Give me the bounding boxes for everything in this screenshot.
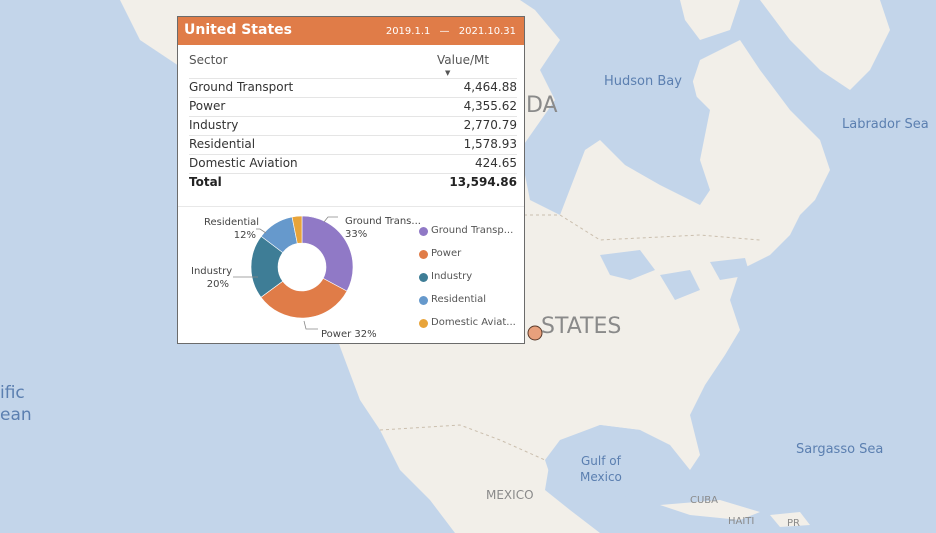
legend-dot xyxy=(419,296,428,305)
date-start: 2019.1.1 xyxy=(385,26,431,37)
date-separator: — xyxy=(439,26,450,37)
tooltip-header: United States 2019.1.1 — 2021.10.31 xyxy=(178,17,524,45)
map-label-sargasso-sea: Sargasso Sea xyxy=(796,442,884,457)
legend-dot xyxy=(419,227,428,236)
map-label-pacific-1: ific xyxy=(0,383,25,403)
map-label-mexico: MEXICO xyxy=(486,488,534,502)
table-total-row: Total 13,594.86 xyxy=(189,173,517,192)
row-value: 1,578.93 xyxy=(463,137,517,151)
map-label-pacific-2: ean xyxy=(0,405,32,425)
location-marker xyxy=(527,325,543,341)
table-header: Sector Value/Mt ▼ xyxy=(189,53,517,77)
date-end: 2021.10.31 xyxy=(458,26,516,37)
leader-line xyxy=(303,320,318,330)
column-header-sector[interactable]: Sector xyxy=(189,53,228,67)
legend-label: Domestic Aviat... xyxy=(431,317,516,328)
leader-line xyxy=(256,228,267,234)
sort-descending-icon[interactable]: ▼ xyxy=(445,69,450,77)
row-sector: Ground Transport xyxy=(189,80,294,94)
legend-label: Industry xyxy=(431,271,473,282)
data-label-ground-pct: 33% xyxy=(345,229,368,240)
map-label-hudson-bay: Hudson Bay xyxy=(604,74,682,89)
legend-dot xyxy=(419,319,428,328)
country-tooltip: United States 2019.1.1 — 2021.10.31 Sect… xyxy=(177,16,525,344)
sector-table: Ground Transport 4,464.88 Power 4,355.62… xyxy=(189,78,517,192)
legend-dot xyxy=(419,273,428,282)
legend-label: Power xyxy=(431,248,462,259)
row-value: 4,355.62 xyxy=(463,99,517,113)
row-sector: Residential xyxy=(189,137,256,151)
table-row: Power 4,355.62 xyxy=(189,97,517,116)
row-value: 424.65 xyxy=(475,156,517,170)
row-sector: Power xyxy=(189,99,226,113)
data-label-residential-pct: 12% xyxy=(233,230,256,241)
row-value: 4,464.88 xyxy=(463,80,517,94)
data-label-ground-name: Ground Trans... xyxy=(345,216,421,227)
data-label-residential-name: Residential xyxy=(204,217,260,228)
row-sector: Domestic Aviation xyxy=(189,156,298,170)
data-label-industry: Industry 20% xyxy=(191,265,233,291)
tooltip-title: United States xyxy=(184,22,292,38)
map-label-gulf-1: Gulf of xyxy=(581,454,621,468)
map-label-haiti: HAITI xyxy=(728,516,755,527)
map-label-gulf-2: Mexico xyxy=(580,470,622,484)
column-header-value[interactable]: Value/Mt xyxy=(437,53,517,67)
total-label: Total xyxy=(189,175,222,189)
data-label-residential: Residential 12% xyxy=(204,216,260,242)
table-row: Industry 2,770.79 xyxy=(189,116,517,135)
map-label-united-states: STATES xyxy=(541,314,622,339)
map-label-cuba: CUBA xyxy=(690,495,719,506)
data-label-industry-name: Industry xyxy=(191,266,233,277)
data-label-ground-transport: Ground Trans... 33% xyxy=(345,215,421,241)
map-label-labrador-sea: Labrador Sea xyxy=(842,117,929,132)
legend-dot xyxy=(419,250,428,259)
total-value: 13,594.86 xyxy=(449,175,517,189)
table-row: Domestic Aviation 424.65 xyxy=(189,154,517,173)
row-sector: Industry xyxy=(189,118,239,132)
legend-label: Ground Transp... xyxy=(431,225,514,236)
date-range: 2019.1.1 — 2021.10.31 xyxy=(380,26,516,37)
map-label-pr: PR xyxy=(787,518,800,529)
data-label-power: Power 32% xyxy=(321,329,377,340)
data-label-industry-pct: 20% xyxy=(206,279,229,290)
leader-line xyxy=(323,216,338,223)
legend-label: Residential xyxy=(431,294,487,305)
table-row: Ground Transport 4,464.88 xyxy=(189,78,517,97)
table-row: Residential 1,578.93 xyxy=(189,135,517,154)
map-label-canada: DA xyxy=(526,93,558,118)
row-value: 2,770.79 xyxy=(463,118,517,132)
